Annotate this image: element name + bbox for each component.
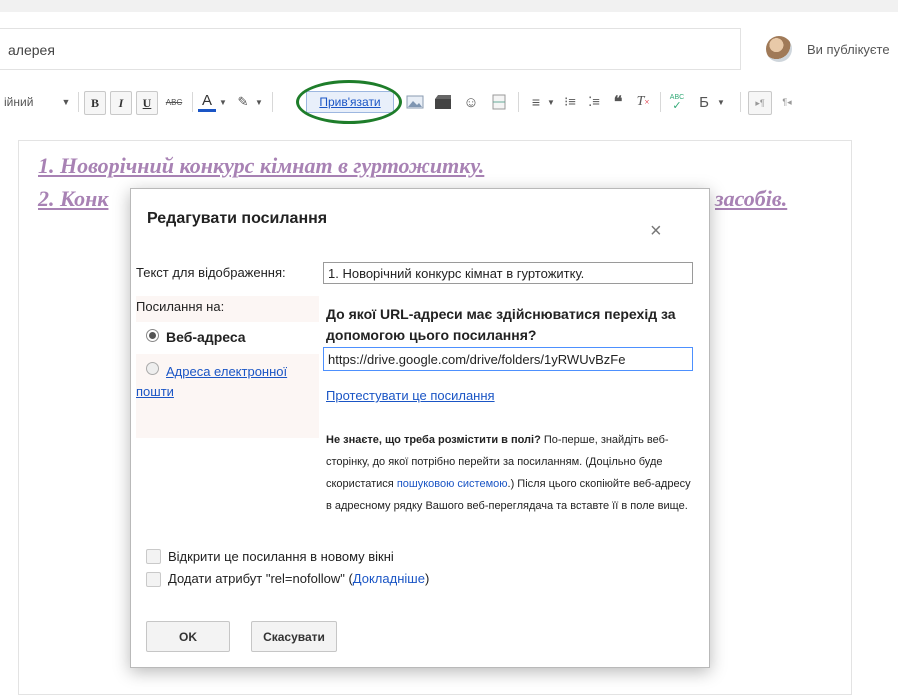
editor-line-2-end[interactable]: засобів. bbox=[715, 186, 787, 212]
toolbar-divider bbox=[660, 92, 661, 112]
top-strip bbox=[0, 0, 898, 12]
insert-video-icon[interactable] bbox=[432, 91, 454, 113]
highlight-dropdown-icon[interactable]: ▼ bbox=[254, 91, 264, 113]
script-dropdown-icon[interactable]: ▼ bbox=[716, 91, 726, 113]
emoji-icon[interactable]: ☺ bbox=[462, 91, 480, 113]
editor-line-1[interactable]: 1. Новорічний конкурс кімнат в гуртожитк… bbox=[38, 153, 484, 179]
display-text-input[interactable] bbox=[323, 262, 693, 284]
bulleted-list-icon[interactable]: ⁚≡ bbox=[584, 91, 604, 113]
font-dropdown-icon[interactable]: ▼ bbox=[60, 91, 72, 113]
insert-image-icon[interactable] bbox=[404, 91, 426, 113]
bold-button[interactable]: B bbox=[84, 91, 106, 115]
strikethrough-button[interactable]: ABC bbox=[162, 91, 186, 113]
avatar[interactable] bbox=[766, 36, 792, 62]
toolbar-divider bbox=[78, 92, 79, 112]
publishing-as-text: Ви публікуєте bbox=[807, 42, 890, 57]
quote-icon[interactable]: ❝ bbox=[608, 91, 628, 113]
post-title-field[interactable] bbox=[0, 28, 741, 70]
spellcheck-icon[interactable]: ABC ✓ bbox=[666, 91, 688, 113]
text-color-button[interactable]: A bbox=[198, 91, 216, 112]
test-link[interactable]: Протестувати це посилання bbox=[326, 388, 495, 403]
toolbar-divider bbox=[272, 92, 273, 112]
nofollow-label: Додати атрибут "rel=nofollow" (Докладніш… bbox=[168, 571, 429, 586]
new-window-checkbox[interactable] bbox=[146, 549, 161, 564]
annotation-highlight-circle bbox=[296, 80, 402, 124]
editor-line-2-start[interactable]: 2. Конк bbox=[38, 186, 108, 212]
web-address-radio[interactable] bbox=[146, 329, 159, 342]
ltr-button[interactable]: ▸¶ bbox=[748, 91, 772, 115]
learn-more-link[interactable]: Докладніше bbox=[353, 571, 425, 586]
remove-formatting-icon[interactable]: T × bbox=[632, 91, 654, 113]
script-select[interactable]: Б bbox=[694, 91, 714, 113]
web-address-label[interactable]: Веб-адреса bbox=[166, 329, 246, 345]
url-question: До якої URL-адреси має здійснюватися пер… bbox=[326, 306, 676, 343]
cancel-button[interactable]: Скасувати bbox=[251, 621, 337, 652]
nofollow-checkbox[interactable] bbox=[146, 572, 161, 587]
toolbar-divider bbox=[518, 92, 519, 112]
nofollow-close-paren: ) bbox=[424, 571, 430, 586]
text-color-dropdown-icon[interactable]: ▼ bbox=[218, 91, 228, 113]
close-icon[interactable]: × bbox=[650, 220, 662, 243]
help-text: Не знаєте, що треба розмістити в полі? П… bbox=[326, 429, 692, 517]
align-icon[interactable]: ≡ bbox=[526, 91, 546, 113]
underline-button[interactable]: U bbox=[136, 91, 158, 115]
post-title-value: алерея bbox=[8, 42, 55, 58]
toolbar-divider bbox=[740, 92, 741, 112]
link-to-label: Посилання на: bbox=[136, 299, 225, 314]
jump-break-icon[interactable] bbox=[488, 91, 510, 113]
url-input[interactable] bbox=[323, 347, 693, 371]
numbered-list-icon[interactable]: ⁝≡ bbox=[560, 91, 580, 113]
dialog-title: Редагувати посилання bbox=[147, 210, 328, 227]
help-bold-text: Не знаєте, що треба розмістити в полі? bbox=[326, 434, 541, 446]
search-engine-link[interactable]: пошуковою системою bbox=[397, 478, 508, 490]
ok-button[interactable]: OK bbox=[146, 621, 230, 652]
toolbar-divider bbox=[192, 92, 193, 112]
new-window-label[interactable]: Відкрити це посилання в новому вікні bbox=[168, 549, 394, 564]
display-text-label: Текст для відображення: bbox=[136, 265, 286, 280]
highlight-color-icon[interactable]: ✎ bbox=[234, 91, 252, 113]
italic-button[interactable]: I bbox=[110, 91, 132, 115]
align-dropdown-icon[interactable]: ▼ bbox=[546, 91, 556, 113]
email-address-link[interactable]: Адреса електронної пошти bbox=[136, 362, 306, 402]
nofollow-text[interactable]: Додати атрибут "rel=nofollow" ( bbox=[168, 571, 353, 586]
font-select[interactable]: ійний bbox=[4, 91, 34, 113]
rtl-button[interactable]: ¶◂ bbox=[776, 91, 798, 113]
